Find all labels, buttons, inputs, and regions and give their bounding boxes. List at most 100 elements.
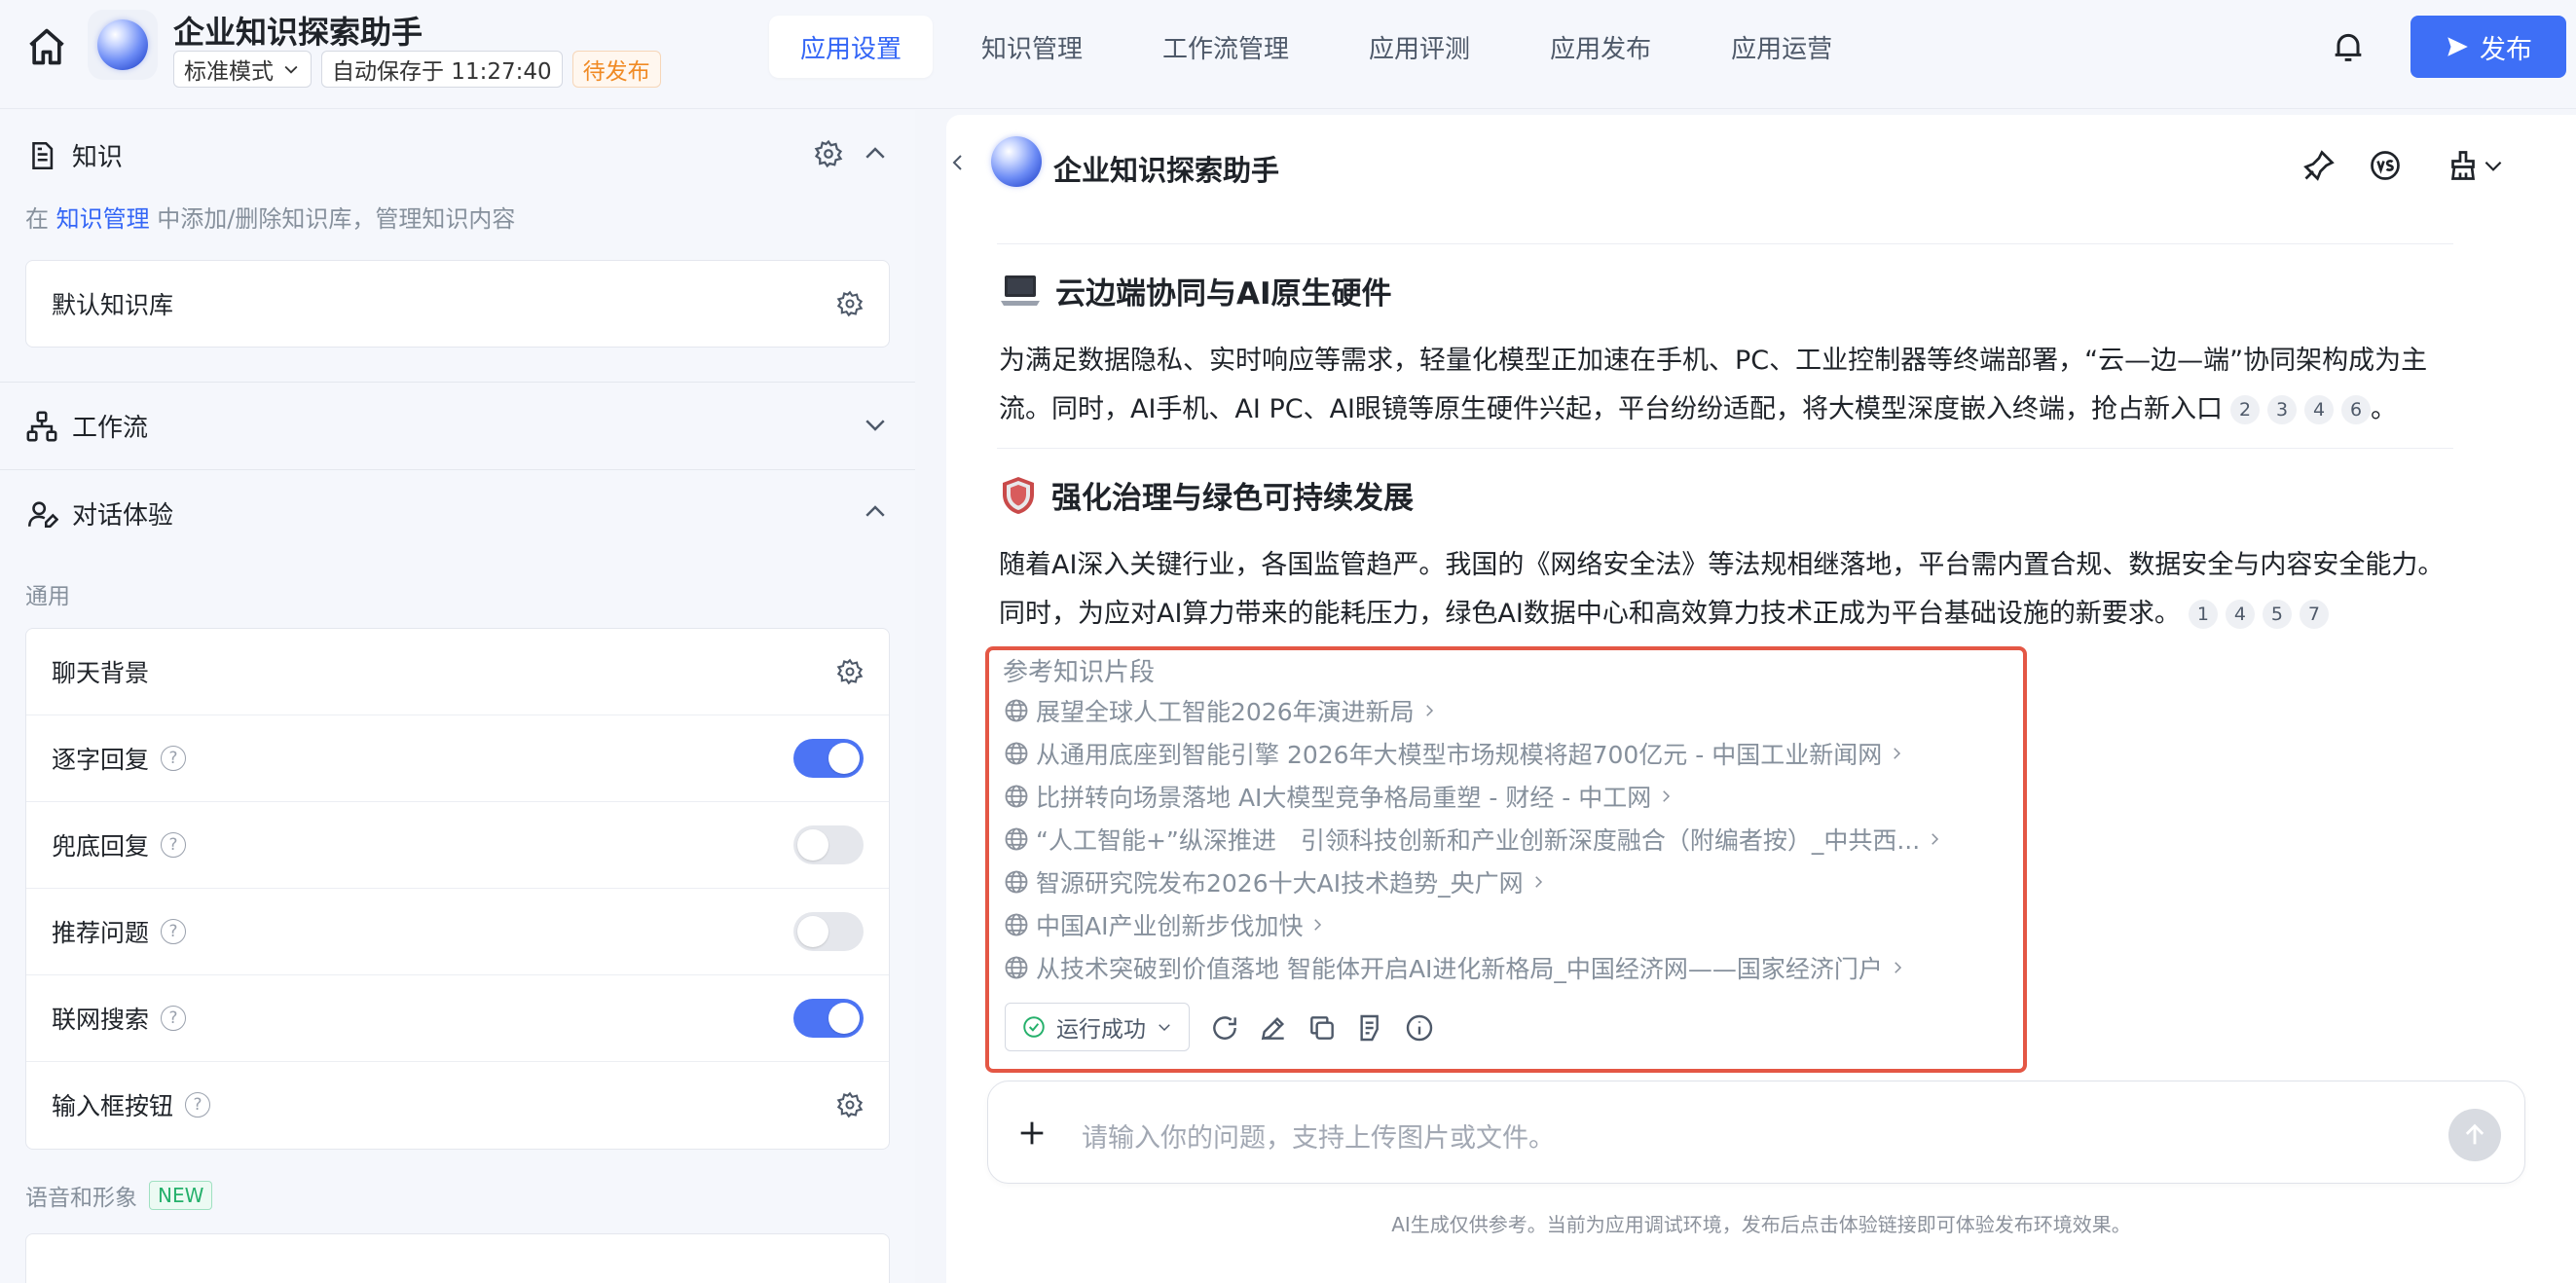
run-status-dropdown[interactable]: 运行成功 (1005, 1003, 1190, 1051)
citation-badge[interactable]: 2 (2230, 395, 2261, 424)
gear-icon[interactable] (836, 1091, 864, 1118)
citation-badge[interactable]: 3 (2267, 395, 2298, 424)
divider (0, 469, 915, 470)
web-search-toggle[interactable] (793, 999, 864, 1038)
document-icon (32, 141, 54, 169)
info-icon[interactable] (1404, 1012, 1435, 1044)
chat-input-placeholder[interactable]: 请输入你的问题，支持上传图片或文件。 (1082, 1117, 1555, 1155)
settings-panel: 知识 在 知识管理 中添加/删除知识库，管理知识内容 默认知识库 工作流 对话体… (0, 110, 915, 1283)
globe-icon (1005, 913, 1028, 936)
default-knowledge-card[interactable]: 默认知识库 (25, 260, 890, 348)
dialog-section-header[interactable]: 对话体验 (25, 495, 173, 532)
chevron-down-icon[interactable] (2481, 148, 2506, 183)
tab-workflow-management[interactable]: 工作流管理 (1131, 16, 1320, 78)
gear-icon[interactable] (836, 658, 864, 685)
globe-icon (1005, 699, 1028, 722)
home-icon[interactable] (25, 25, 68, 68)
help-icon[interactable]: ? (161, 919, 187, 944)
assistant-avatar (991, 136, 1042, 187)
chevron-right-icon (1894, 748, 1901, 759)
chat-preview-panel: 企业知识探索助手 云边端协同与AI原生硬件 为满足数据隐私、实时响应等需求，轻量… (946, 115, 2576, 1283)
check-circle-icon (1023, 1016, 1045, 1038)
workflow-section-header[interactable]: 工作流 (25, 408, 148, 444)
setting-row-fallback-reply: 兜底回复? (26, 802, 889, 888)
chevron-right-icon (1895, 962, 1901, 973)
tab-app-operation[interactable]: 应用运营 (1700, 16, 1863, 78)
pin-icon[interactable] (2301, 148, 2337, 183)
reference-link[interactable]: 展望全球人工智能2026年演进新局 (1003, 693, 1438, 728)
reference-link[interactable]: “人工智能+”纵深推进 引领科技创新和产业创新深度融合（附编者按）_中共西... (1003, 822, 1943, 857)
citation-badge[interactable]: 6 (2341, 395, 2372, 424)
tab-knowledge-management[interactable]: 知识管理 (950, 16, 1114, 78)
tab-app-evaluation[interactable]: 应用评测 (1338, 16, 1501, 78)
reference-link[interactable]: 中国AI产业创新步伐加快 (1003, 907, 1326, 942)
edit-icon[interactable] (1258, 1012, 1289, 1044)
chevron-up-icon[interactable] (861, 139, 890, 168)
autosave-status: 自动保存于 11:27:40 (321, 51, 563, 88)
ai-disclaimer: AI生成仅供参考。当前为应用调试环境，发布后点击体验链接即可体验发布环境效果。 (1391, 1213, 2131, 1236)
knowledge-section-header[interactable]: 知识 (25, 137, 123, 173)
help-icon[interactable]: ? (161, 832, 187, 858)
gear-icon[interactable] (836, 290, 864, 317)
arrow-up-icon (2465, 1123, 2484, 1145)
chevron-down-icon (1159, 1024, 1170, 1032)
tab-app-settings[interactable]: 应用设置 (769, 16, 934, 78)
copy-icon[interactable] (1306, 1012, 1338, 1044)
globe-icon (1005, 785, 1028, 808)
citation-badge[interactable]: 4 (2225, 600, 2255, 629)
publish-button[interactable]: 发布 (2410, 16, 2566, 78)
reference-snippets-box: 参考知识片段 展望全球人工智能2026年演进新局 从通用底座到智能引擎 2026… (985, 646, 2027, 1073)
gear-icon[interactable] (814, 139, 843, 168)
citation-badge[interactable]: 4 (2304, 395, 2335, 424)
chevron-right-icon (1534, 876, 1542, 888)
chevron-down-icon[interactable] (861, 410, 890, 439)
fallback-reply-toggle[interactable] (793, 825, 864, 864)
help-icon[interactable]: ? (161, 746, 187, 771)
mode-select[interactable]: 标准模式 (173, 51, 312, 88)
setting-row-input-buttons[interactable]: 输入框按钮? (26, 1062, 889, 1148)
setting-row-suggested-questions: 推荐问题? (26, 889, 889, 974)
divider (997, 243, 2453, 244)
streaming-reply-toggle[interactable] (793, 739, 864, 778)
dialog-settings-card: 聊天背景 逐字回复? 兜底回复? 推荐问题? 联网搜索? 输入框按钮? (25, 628, 890, 1150)
send-icon (2447, 37, 2468, 56)
send-button[interactable] (2448, 1109, 2501, 1161)
setting-row-web-search: 联网搜索? (26, 975, 889, 1061)
citation-badge[interactable]: 5 (2262, 600, 2292, 629)
voice-avatar-card[interactable] (25, 1233, 890, 1283)
default-knowledge-label: 默认知识库 (52, 291, 174, 319)
reference-link[interactable]: 比拼转向场景落地 AI大模型竞争格局重塑 - 财经 - 中工网 (1003, 779, 1674, 814)
collapse-panel-button[interactable] (938, 130, 977, 195)
globe-icon (1005, 870, 1028, 894)
help-icon[interactable]: ? (161, 1006, 187, 1031)
help-icon[interactable]: ? (185, 1092, 211, 1118)
plus-icon[interactable] (1015, 1117, 1049, 1150)
knowledge-hint: 在 知识管理 中添加/删除知识库，管理知识内容 (25, 205, 516, 233)
chevron-right-icon (1663, 790, 1671, 802)
new-badge: NEW (149, 1181, 213, 1210)
globe-icon (1005, 742, 1028, 765)
suggested-questions-toggle[interactable] (793, 912, 864, 951)
app-logo (88, 10, 158, 80)
tab-app-publish[interactable]: 应用发布 (1519, 16, 1682, 78)
knowledge-management-link[interactable]: 知识管理 (56, 205, 150, 233)
versus-icon[interactable] (2368, 148, 2403, 183)
divider (997, 448, 2453, 449)
globe-icon (1005, 956, 1028, 979)
chat-input-box[interactable]: 请输入你的问题，支持上传图片或文件。 (987, 1081, 2525, 1184)
section-heading-governance: 强化治理与绿色可持续发展 (999, 473, 1414, 517)
user-edit-icon (27, 500, 58, 528)
reference-link[interactable]: 智源研究院发布2026十大AI技术趋势_央广网 (1003, 864, 1547, 899)
bell-icon[interactable] (2329, 27, 2368, 66)
clean-brush-icon[interactable] (2446, 148, 2481, 183)
reference-link[interactable]: 从通用底座到智能引擎 2026年大模型市场规模将超700亿元 - 中国工业新闻网 (1003, 736, 1905, 771)
reference-link[interactable]: 从技术突破到价值落地 智能体开启AI进化新格局_中国经济网——国家经济门户 (1003, 950, 1906, 985)
note-icon[interactable] (1355, 1012, 1386, 1044)
refresh-icon[interactable] (1209, 1012, 1240, 1044)
setting-row-chat-background[interactable]: 聊天背景 (26, 629, 889, 715)
setting-row-streaming-reply: 逐字回复? (26, 715, 889, 801)
chevron-up-icon[interactable] (861, 497, 890, 527)
citation-badge[interactable]: 7 (2299, 600, 2329, 629)
citation-badge[interactable]: 1 (2188, 600, 2218, 629)
chevron-left-icon (952, 155, 962, 170)
